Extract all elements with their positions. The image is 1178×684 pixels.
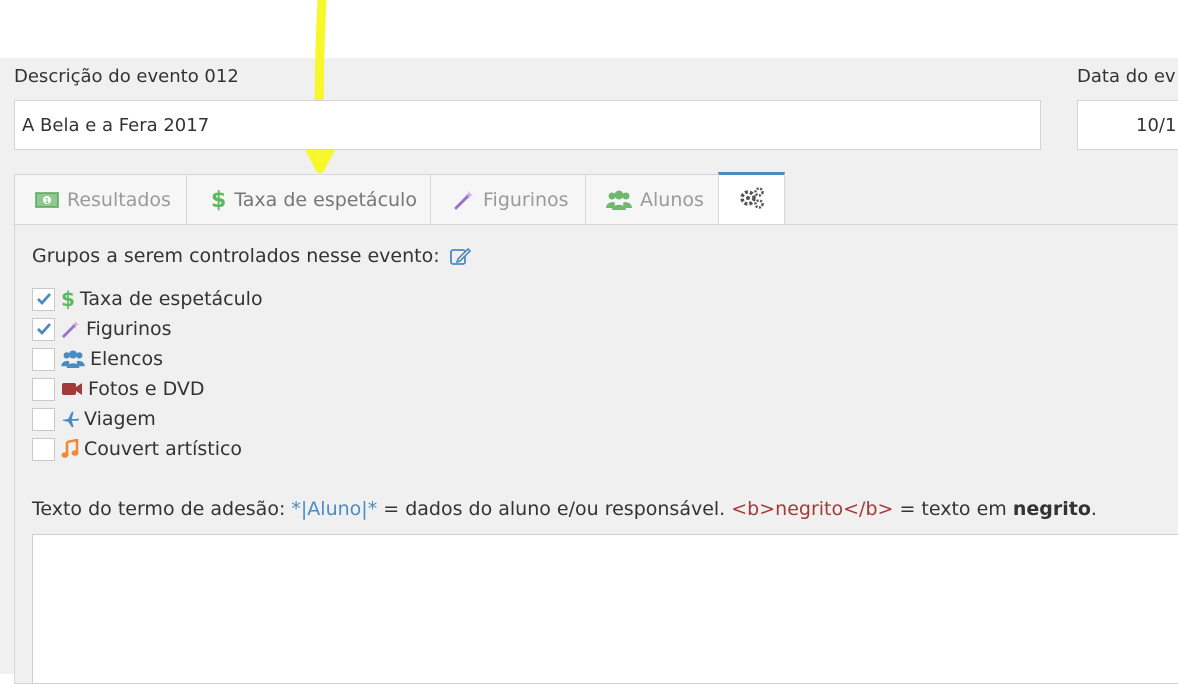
checkbox-unchecked[interactable] [32, 407, 55, 431]
group-list: $ Taxa de espetáculo Figurinos Elencos F… [32, 284, 263, 464]
terms-label-text: Texto do termo de adesão: [32, 498, 286, 520]
svg-text:1: 1 [45, 197, 49, 205]
token-desc: = dados do aluno e/ou responsável. [377, 498, 732, 520]
group-item-figurinos[interactable]: Figurinos [32, 314, 263, 344]
money-icon: 1 [35, 192, 59, 208]
tab-label: Taxa de espetáculo [234, 189, 417, 211]
tab-bar: 1 Resultados $ Taxa de espetáculo Figuri… [14, 172, 785, 225]
dollar-icon: $ [61, 287, 75, 311]
terms-textarea[interactable] [32, 534, 1178, 684]
description-input[interactable]: A Bela e a Fera 2017 [14, 100, 1041, 150]
tab-configuracoes[interactable] [718, 172, 785, 225]
checkbox-unchecked[interactable] [32, 437, 55, 461]
placeholder-token: *|Aluno|* [291, 498, 378, 520]
groups-title-text: Grupos a serem controlados nesse evento: [32, 245, 440, 267]
date-value: 10/1 [1136, 114, 1177, 136]
group-item-couvert[interactable]: Couvert artístico [32, 434, 263, 464]
edit-icon[interactable] [449, 246, 472, 266]
group-item-viagem[interactable]: Viagem [32, 404, 263, 434]
date-input[interactable]: 10/1 [1077, 100, 1178, 150]
description-label: Descrição do evento 012 [14, 66, 239, 87]
description-value: A Bela e a Fera 2017 [22, 114, 210, 136]
group-item-elencos[interactable]: Elencos [32, 344, 263, 374]
tab-resultados[interactable]: 1 Resultados [14, 174, 186, 225]
tab-label: Alunos [640, 189, 704, 211]
groups-title: Grupos a serem controlados nesse evento: [32, 245, 472, 267]
checkbox-unchecked[interactable] [32, 377, 55, 401]
tab-label: Resultados [67, 189, 171, 211]
group-label: Fotos e DVD [88, 378, 205, 400]
music-note-icon [61, 439, 79, 459]
users-icon [61, 350, 85, 368]
group-label: Viagem [84, 408, 156, 430]
group-label: Elencos [90, 348, 163, 370]
checkbox-checked[interactable] [32, 287, 55, 311]
group-item-taxa[interactable]: $ Taxa de espetáculo [32, 284, 263, 314]
bold-desc: = texto em [893, 498, 1013, 520]
magic-wand-icon [61, 319, 81, 339]
group-label: Figurinos [86, 318, 172, 340]
date-label: Data do ev [1077, 66, 1176, 87]
group-label: Taxa de espetáculo [79, 288, 263, 310]
magic-wand-icon [453, 189, 475, 211]
bold-word: negrito [1012, 498, 1091, 520]
tab-label: Figurinos [483, 189, 569, 211]
group-label: Couvert artístico [84, 438, 243, 460]
annotation-arrow [279, 0, 361, 173]
dollar-icon: $ [211, 187, 227, 213]
group-item-fotos[interactable]: Fotos e DVD [32, 374, 263, 404]
video-camera-icon [61, 381, 83, 397]
tab-alunos[interactable]: Alunos [585, 174, 718, 225]
terms-end: . [1090, 498, 1097, 520]
gears-icon [739, 186, 765, 215]
checkbox-checked[interactable] [32, 317, 55, 341]
checkbox-unchecked[interactable] [32, 347, 55, 371]
users-icon [606, 190, 632, 210]
bold-example: <b>negrito</b> [731, 498, 894, 520]
tab-taxa-espetaculo[interactable]: $ Taxa de espetáculo [186, 174, 430, 225]
tab-figurinos[interactable]: Figurinos [430, 174, 585, 225]
plane-icon [61, 410, 79, 428]
terms-label: Texto do termo de adesão: *|Aluno|* = da… [32, 498, 1097, 520]
